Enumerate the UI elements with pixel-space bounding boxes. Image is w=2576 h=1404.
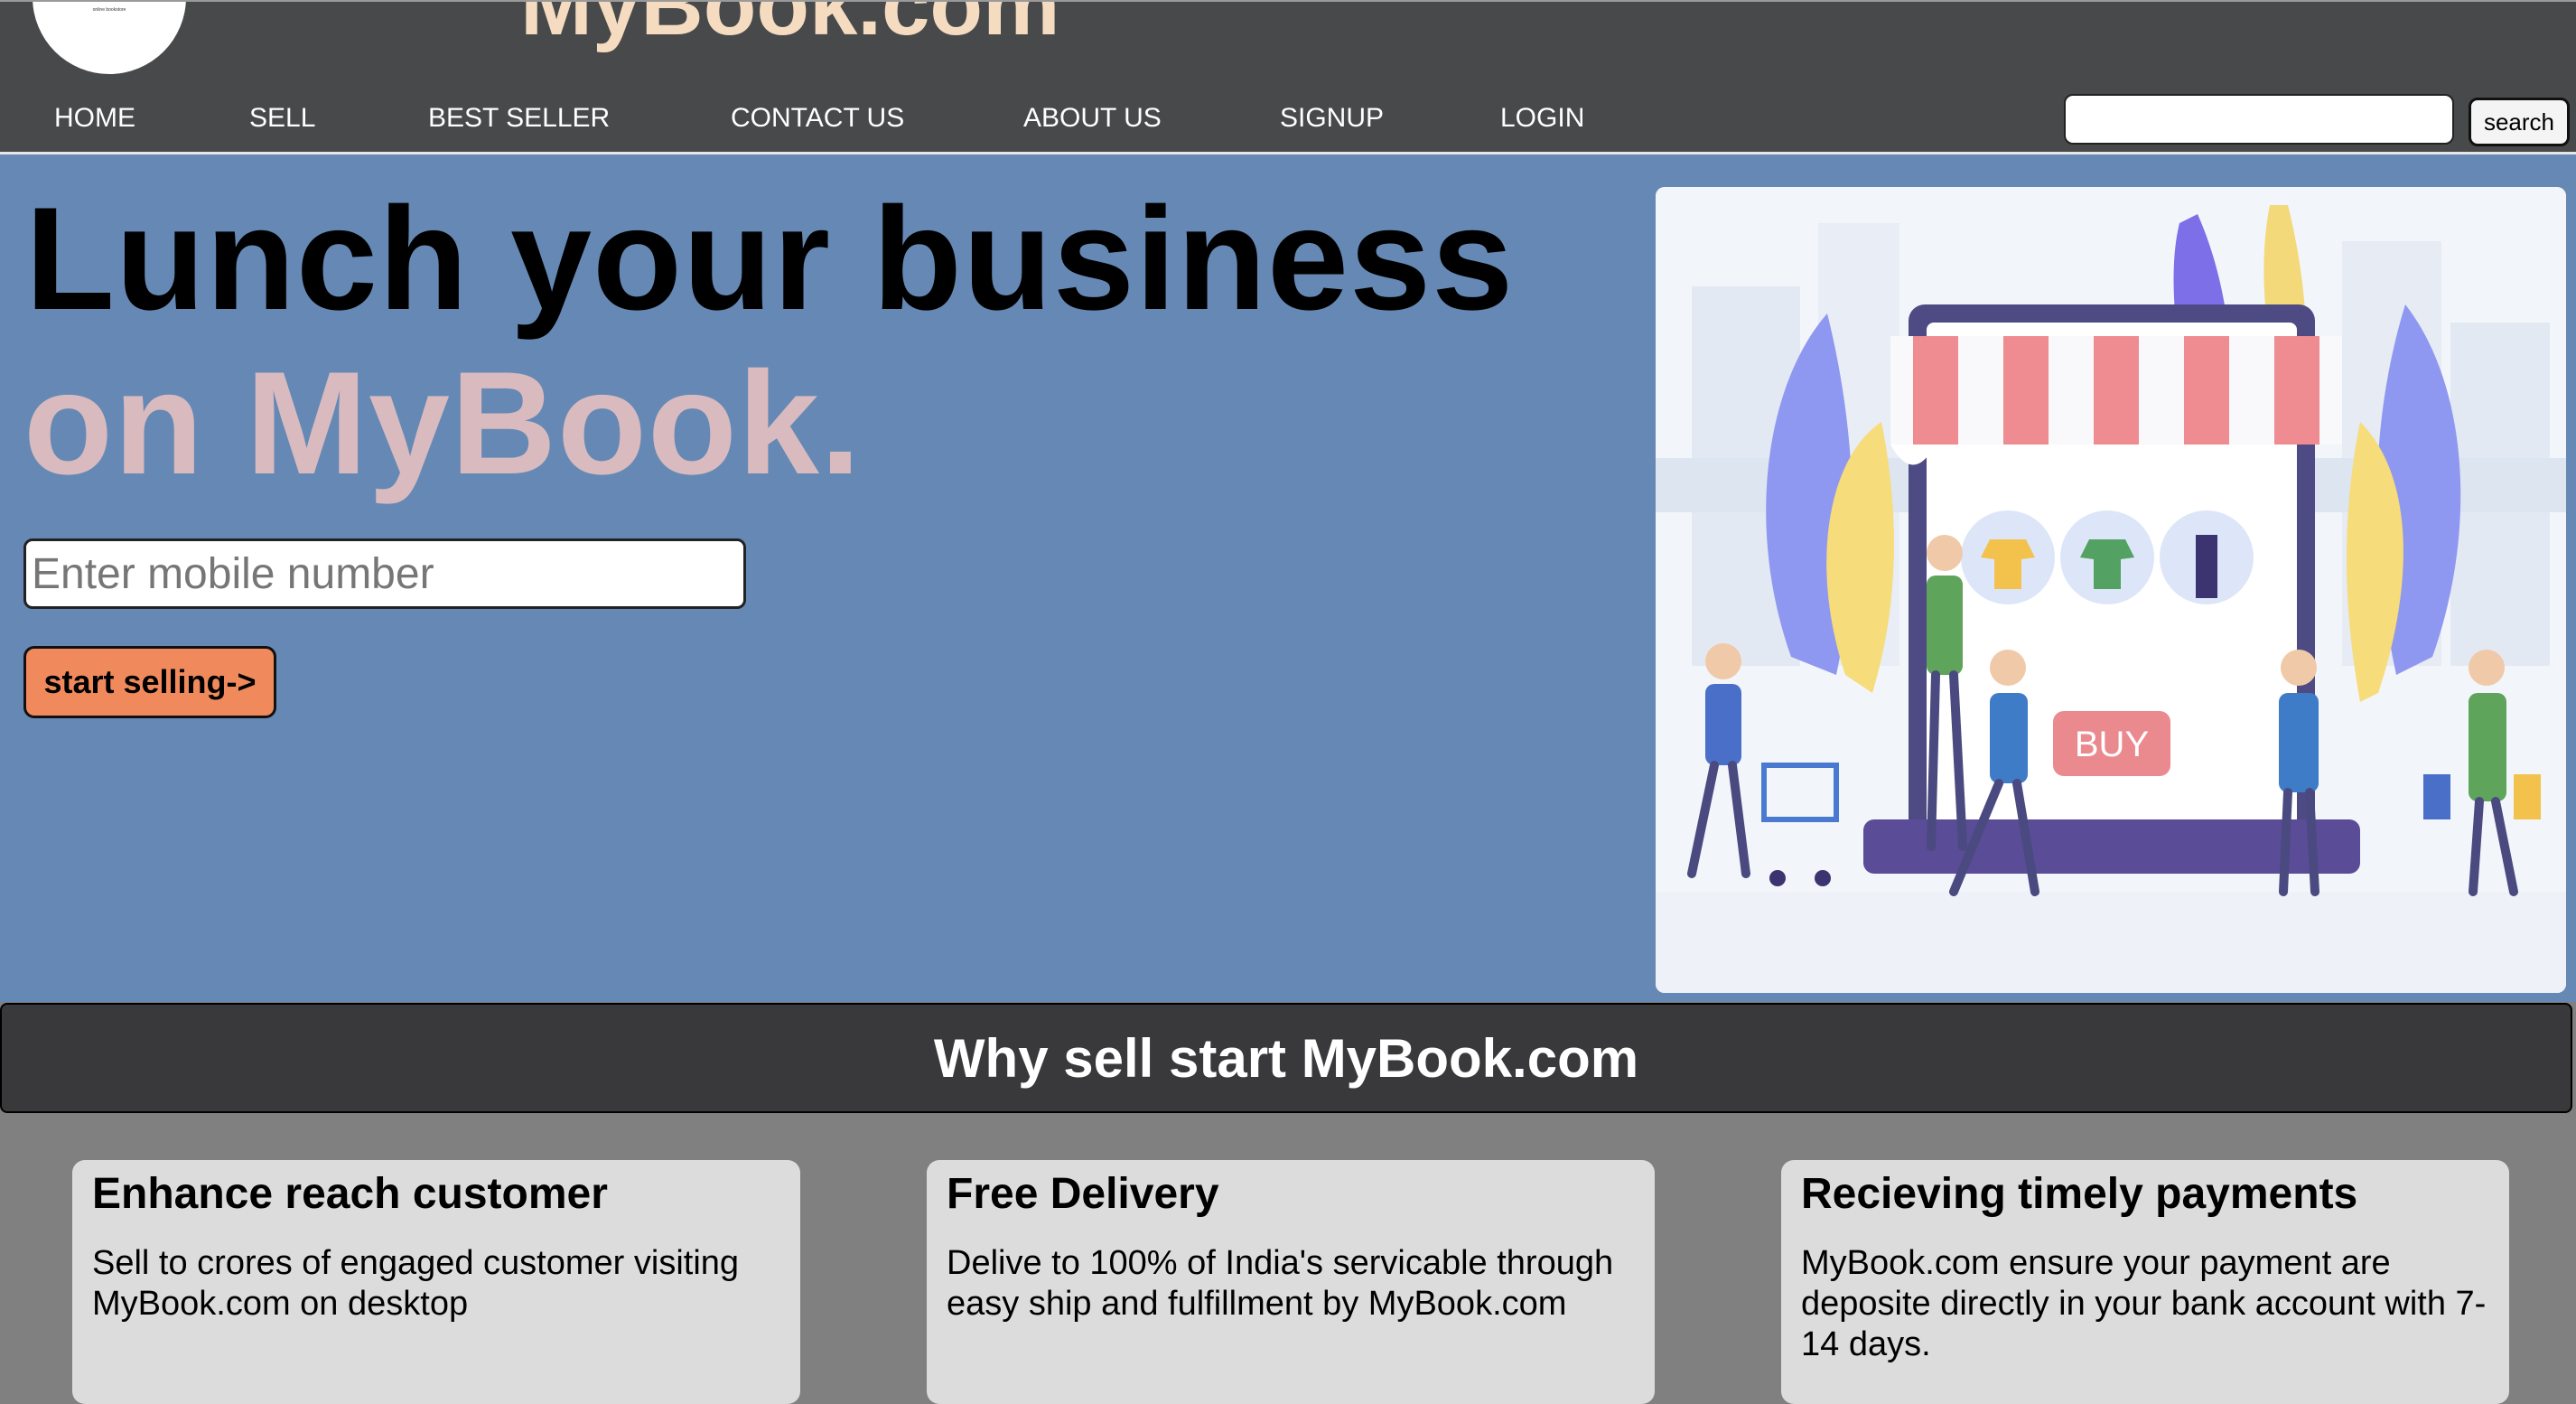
search-input[interactable] [2064,94,2454,145]
nav-login[interactable]: LOGIN [1500,103,1584,134]
storefront-illustration-svg: BUY [1656,187,2566,993]
buy-sign-text: BUY [2075,725,2149,764]
nav-contact-us[interactable]: CONTACT US [731,103,904,134]
store-illustration: BUY [1656,187,2566,993]
feature-card-title: Free Delivery [947,1170,1219,1218]
hero-section: Lunch your business on MyBook. start sel… [0,154,2576,1002]
feature-card-title: Enhance reach customer [92,1170,608,1218]
why-sell-banner: Why sell start MyBook.com [0,1003,2572,1113]
nav-about-us[interactable]: ABOUT US [1023,103,1162,134]
feature-card: Recieving timely payments MyBook.com ens… [1781,1160,2509,1404]
site-header: online bookstore MyBook.com [0,0,2576,89]
nav-home[interactable]: HOME [54,103,135,134]
feature-card-text: MyBook.com ensure your payment are depos… [1801,1244,2487,1363]
feature-card: Enhance reach customer Sell to crores of… [72,1160,800,1404]
brand-title: MyBook.com [520,0,1060,53]
feature-card: Free Delivery Delive to 100% of India's … [927,1160,1655,1404]
why-sell-title: Why sell start MyBook.com [933,1027,1639,1089]
nav-signup[interactable]: SIGNUP [1280,103,1384,134]
hero-subheadline: on MyBook. [23,342,862,505]
start-selling-button[interactable]: start selling-> [23,646,276,718]
feature-card-text: Delive to 100% of India's servicable thr… [947,1244,1614,1323]
mobile-number-input[interactable] [23,538,746,609]
nav-sell[interactable]: SELL [249,103,315,134]
nav-best-seller[interactable]: BEST SELLER [428,103,610,134]
feature-card-title: Recieving timely payments [1801,1170,2358,1218]
search-button[interactable]: search [2469,98,2570,146]
feature-card-text: Sell to crores of engaged customer visit… [92,1244,740,1323]
hero-headline: Lunch your business [25,177,1515,341]
logo-tagline: online bookstore [92,7,126,13]
main-nav: HOME SELL BEST SELLER CONTACT US ABOUT U… [0,87,2576,154]
